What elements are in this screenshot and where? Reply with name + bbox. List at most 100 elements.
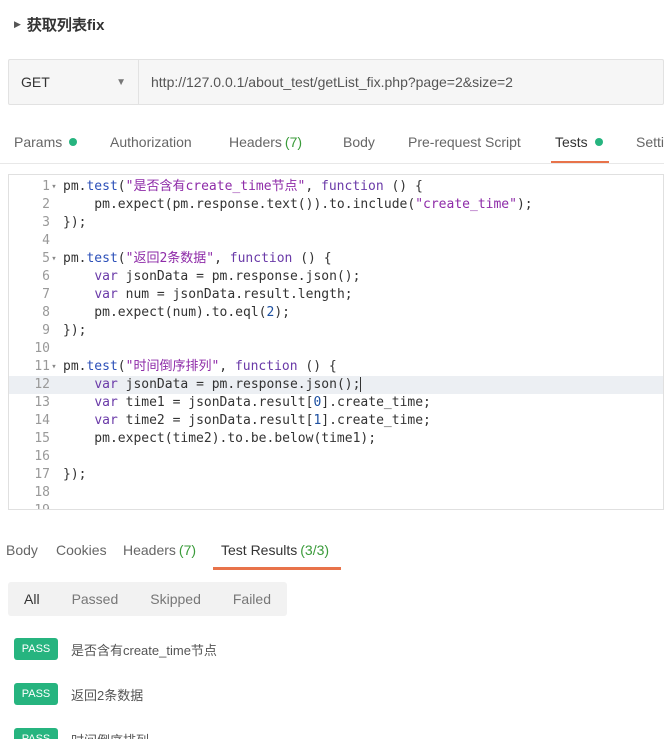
request-name: 获取列表fix [26,16,105,34]
fold-caret-icon[interactable]: ▾ [49,250,59,268]
pass-badge: PASS [14,683,58,705]
pass-badge: PASS [14,728,58,739]
code-line: 1 ▾ pm.test("是否含有create_time节点", function … [9,178,663,196]
tab-label: Pre-request Script [408,133,521,150]
tab-pre-request-script[interactable]: Pre-request Script [408,120,521,163]
request-tabs: Params Authorization Headers (7) Body Pre-req… [0,120,664,164]
tab-tests[interactable]: Tests [551,120,609,163]
tab-authorization[interactable]: Authorization [110,120,192,163]
response-tab-headers[interactable]: Headers (7) [123,532,196,568]
tab-label: Cookies [56,542,107,558]
tab-label: Headers [123,542,176,558]
code-line: 7 var num = jsonData.result.length; [9,286,663,304]
tab-label: Setti [636,133,664,150]
code-line: 17}); [9,466,663,484]
filter-skipped[interactable]: Skipped [134,582,217,616]
tests-code-editor[interactable]: 1 ▾ pm.test("是否含有create_time节点", function … [8,174,664,510]
code-line: 10 [9,340,663,358]
test-result-row: PASS 是否含有create_time节点 [14,638,217,660]
tab-label: Authorization [110,133,192,150]
tab-label: Body [343,133,375,150]
method-label: GET [21,74,50,90]
response-tab-test-results[interactable]: Test Results (3/3) [212,532,342,570]
code-text: }); [63,467,87,482]
tab-setti[interactable]: Setti [636,120,664,163]
code-line: 15 pm.expect(time2).to.be.below(time1); [9,430,663,448]
text-cursor [360,377,362,392]
code-text: var time1 = jsonData.result[0].create_ti… [94,395,431,410]
url-input[interactable]: http://127.0.0.1/about_test/getList_fix.… [139,74,513,90]
tab-body[interactable]: Body [343,120,375,163]
code-text: pm.test("是否含有create_time节点", function ()… [63,179,423,194]
code-line: 2 pm.expect(pm.response.text()).to.inclu… [9,196,663,214]
code-text: pm.expect(num).to.eql(2); [63,305,290,320]
code-line: 5 ▾ pm.test("返回2条数据", function () { [9,250,663,268]
caret-right-icon[interactable]: ▶ [14,19,21,30]
tab-label: Tests [555,133,588,150]
code-line: 9}); [9,322,663,340]
fold-caret-icon[interactable]: ▾ [49,178,59,196]
code-line: 4 [9,232,663,250]
tab-label: Body [6,542,38,558]
code-text: var jsonData = pm.response.json(); [94,377,362,392]
filter-failed[interactable]: Failed [217,582,287,616]
code-text: }); [63,215,87,230]
tab-label: Headers [229,133,282,150]
filter-all[interactable]: All [8,582,56,616]
code-line: 19 [9,502,663,509]
code-line: 18 [9,484,663,502]
code-line: 16 [9,448,663,466]
test-result-name: 返回2条数据 [71,687,144,703]
code-line: 12 var jsonData = pm.response.json(); [9,376,663,394]
pass-badge: PASS [14,638,58,660]
code-text: var time2 = jsonData.result[1].create_ti… [94,413,431,428]
status-dot-icon [69,137,78,146]
tab-count: (3/3) [300,542,330,558]
tab-headers[interactable]: Headers (7) [229,120,302,163]
request-name-row[interactable]: ▶ 获取列表fix [0,0,664,48]
code-text: pm.test("返回2条数据", function () { [63,251,332,266]
test-result-name: 是否含有create_time节点 [71,642,217,658]
code-line: 14 var time2 = jsonData.result[1].create… [9,412,663,430]
code-text: pm.expect(pm.response.text()).to.include… [63,197,533,212]
tab-params[interactable]: Params [14,120,78,163]
test-result-name: 时间倒序排列 [71,730,149,739]
code-text: pm.test("时间倒序排列", function () { [63,359,337,374]
chevron-down-icon: ▼ [116,76,126,88]
method-select[interactable]: GET ▼ [9,60,139,104]
code-text: pm.expect(time2).to.be.below(time1); [63,431,377,446]
code-text: var num = jsonData.result.length; [94,287,353,302]
filter-passed[interactable]: Passed [56,582,135,616]
code-text: var jsonData = pm.response.json(); [94,269,361,284]
tab-label: Test Results [221,542,298,558]
tab-count: (7) [178,542,197,558]
code-text: }); [63,323,87,338]
code-line: 8 pm.expect(num).to.eql(2); [9,304,663,322]
test-result-row: PASS 返回2条数据 [14,683,143,705]
response-tabs: Body Cookies Headers (7) Test Results (3/3) [0,532,664,570]
fold-caret-icon[interactable]: ▾ [49,358,59,376]
url-bar: GET ▼ http://127.0.0.1/about_test/getLis… [8,59,664,105]
response-tab-cookies[interactable]: Cookies [56,532,107,568]
tab-count: (7) [284,133,303,150]
result-filter: All Passed Skipped Failed [8,582,287,616]
response-tab-body[interactable]: Body [6,532,38,568]
code-line: 3}); [9,214,663,232]
code-line: 11 ▾ pm.test("时间倒序排列", function () { [9,358,663,376]
